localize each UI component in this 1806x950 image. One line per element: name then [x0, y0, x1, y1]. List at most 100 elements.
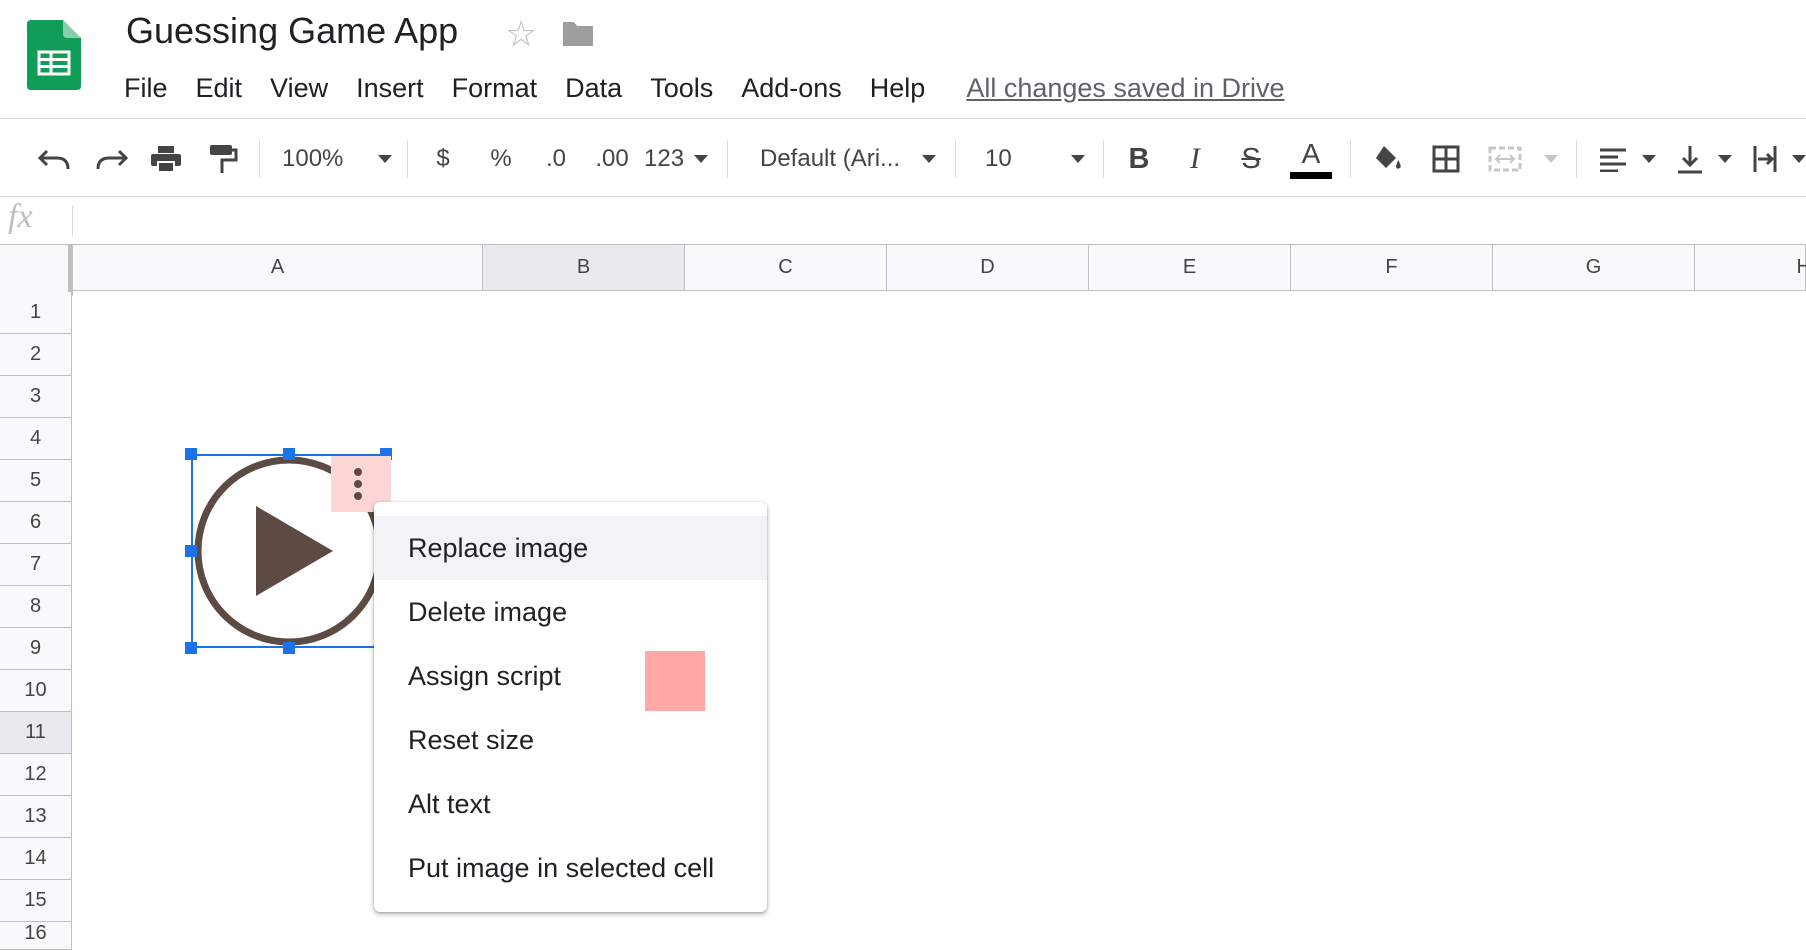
number-format-select[interactable]: 123 — [644, 126, 708, 192]
folder-icon[interactable] — [561, 20, 595, 48]
row-header[interactable]: 8 — [0, 586, 72, 628]
increase-decimal-button[interactable]: .00 — [590, 126, 634, 192]
row-header[interactable]: 7 — [0, 544, 72, 586]
font-size-select[interactable]: 10 — [985, 126, 1085, 192]
print-icon[interactable] — [146, 126, 186, 192]
row-header[interactable]: 15 — [0, 880, 72, 922]
chevron-down-icon — [1642, 155, 1656, 163]
resize-handle-bottom[interactable] — [283, 642, 295, 654]
row-header[interactable]: 14 — [0, 838, 72, 880]
resize-handle-top[interactable] — [283, 448, 295, 460]
toolbar-divider — [0, 196, 1806, 197]
row-header[interactable]: 2 — [0, 334, 72, 376]
italic-button[interactable]: I — [1178, 126, 1212, 192]
text-color-button[interactable]: A — [1290, 126, 1332, 192]
chevron-down-icon — [694, 155, 708, 163]
decrease-decimal-button[interactable]: .0 — [536, 126, 576, 192]
document-title[interactable]: Guessing Game App — [126, 10, 458, 52]
chevron-down-icon — [922, 155, 936, 163]
percent-format-button[interactable]: % — [486, 126, 516, 192]
column-header-h[interactable]: H — [1695, 245, 1806, 291]
vertical-align-icon[interactable] — [1676, 126, 1732, 192]
number-format-label: 123 — [644, 145, 685, 172]
row-header[interactable]: 4 — [0, 418, 72, 460]
menu-help[interactable]: Help — [870, 73, 926, 104]
column-header-e[interactable]: E — [1089, 245, 1291, 291]
more-vert-icon[interactable] — [350, 462, 366, 506]
chevron-down-icon — [1071, 155, 1085, 163]
column-header-f[interactable]: F — [1291, 245, 1493, 291]
header-divider — [0, 118, 1806, 119]
menu-item-reset-size[interactable]: Reset size — [374, 708, 767, 772]
row-header[interactable]: 9 — [0, 628, 72, 670]
toolbar-divider — [1103, 140, 1104, 178]
font-family-value: Default (Ari... — [760, 145, 901, 172]
toolbar-divider — [259, 140, 260, 178]
strikethrough-button[interactable]: S — [1234, 126, 1268, 192]
fill-color-icon[interactable] — [1369, 126, 1409, 192]
column-header-d[interactable]: D — [887, 245, 1089, 291]
menu-edit[interactable]: Edit — [196, 73, 243, 104]
sheets-logo[interactable] — [27, 20, 81, 90]
chevron-down-icon — [1544, 155, 1558, 163]
row-header[interactable]: 3 — [0, 376, 72, 418]
column-header-c[interactable]: C — [685, 245, 887, 291]
borders-icon[interactable] — [1426, 126, 1466, 192]
toolbar: 100% $ % .0 .00 123 Default (Ari... 10 B… — [0, 126, 1806, 192]
toolbar-divider — [727, 140, 728, 178]
save-status-link[interactable]: All changes saved in Drive — [966, 73, 1284, 104]
chevron-down-icon — [1792, 155, 1806, 163]
paint-format-icon[interactable] — [203, 126, 243, 192]
row-header[interactable]: 13 — [0, 796, 72, 838]
resize-handle-top-left[interactable] — [185, 448, 197, 460]
currency-format-button[interactable]: $ — [428, 126, 458, 192]
zoom-value: 100% — [282, 145, 344, 172]
undo-icon[interactable] — [34, 126, 74, 192]
formula-divider — [72, 205, 73, 237]
menu-item-assign-script[interactable]: Assign script — [374, 644, 767, 708]
text-color-swatch — [1290, 171, 1332, 179]
fx-icon: fx — [8, 198, 33, 235]
row-header[interactable]: 10 — [0, 670, 72, 712]
column-header-b[interactable]: B — [483, 245, 685, 291]
horizontal-align-icon[interactable] — [1598, 126, 1656, 192]
decrease-decimal-label: .0 — [545, 145, 566, 172]
row-headers: 1 2 3 4 5 6 7 8 9 10 11 12 13 14 15 16 — [0, 292, 73, 950]
column-headers: A B C D E F G H — [73, 245, 1806, 292]
row-header[interactable]: 5 — [0, 460, 72, 502]
toolbar-divider — [407, 140, 408, 178]
resize-handle-bottom-left[interactable] — [185, 642, 197, 654]
chevron-down-icon — [378, 155, 392, 163]
menu-addons[interactable]: Add-ons — [741, 73, 842, 104]
text-wrap-icon[interactable] — [1752, 126, 1806, 192]
row-header[interactable]: 6 — [0, 502, 72, 544]
row-header[interactable]: 1 — [0, 292, 72, 334]
row-header[interactable]: 12 — [0, 754, 72, 796]
row-header[interactable]: 11 — [0, 712, 72, 754]
menu-tools[interactable]: Tools — [650, 73, 713, 104]
star-icon[interactable]: ☆ — [505, 16, 537, 52]
column-header-g[interactable]: G — [1493, 245, 1695, 291]
menu-item-delete-image[interactable]: Delete image — [374, 580, 767, 644]
redo-icon[interactable] — [92, 126, 132, 192]
bold-button[interactable]: B — [1122, 126, 1156, 192]
chevron-down-icon — [1718, 155, 1732, 163]
menu-item-put-image-in-cell[interactable]: Put image in selected cell — [374, 836, 767, 900]
menu-format[interactable]: Format — [452, 73, 538, 104]
menu-file[interactable]: File — [124, 73, 168, 104]
column-header-a[interactable]: A — [73, 245, 483, 291]
merge-cells-icon[interactable] — [1488, 126, 1558, 192]
menu-view[interactable]: View — [270, 73, 328, 104]
menu-data[interactable]: Data — [565, 73, 622, 104]
font-size-value: 10 — [985, 145, 1012, 172]
menu-item-replace-image[interactable]: Replace image — [374, 516, 767, 580]
menu-bar: File Edit View Insert Format Data Tools … — [124, 70, 1285, 106]
select-all-corner[interactable] — [0, 245, 73, 296]
font-family-select[interactable]: Default (Ari... — [760, 126, 936, 192]
menu-insert[interactable]: Insert — [356, 73, 424, 104]
toolbar-divider — [1350, 140, 1351, 178]
zoom-select[interactable]: 100% — [282, 126, 392, 192]
formula-input[interactable] — [80, 200, 1784, 240]
resize-handle-left[interactable] — [185, 545, 197, 557]
menu-item-alt-text[interactable]: Alt text — [374, 772, 767, 836]
